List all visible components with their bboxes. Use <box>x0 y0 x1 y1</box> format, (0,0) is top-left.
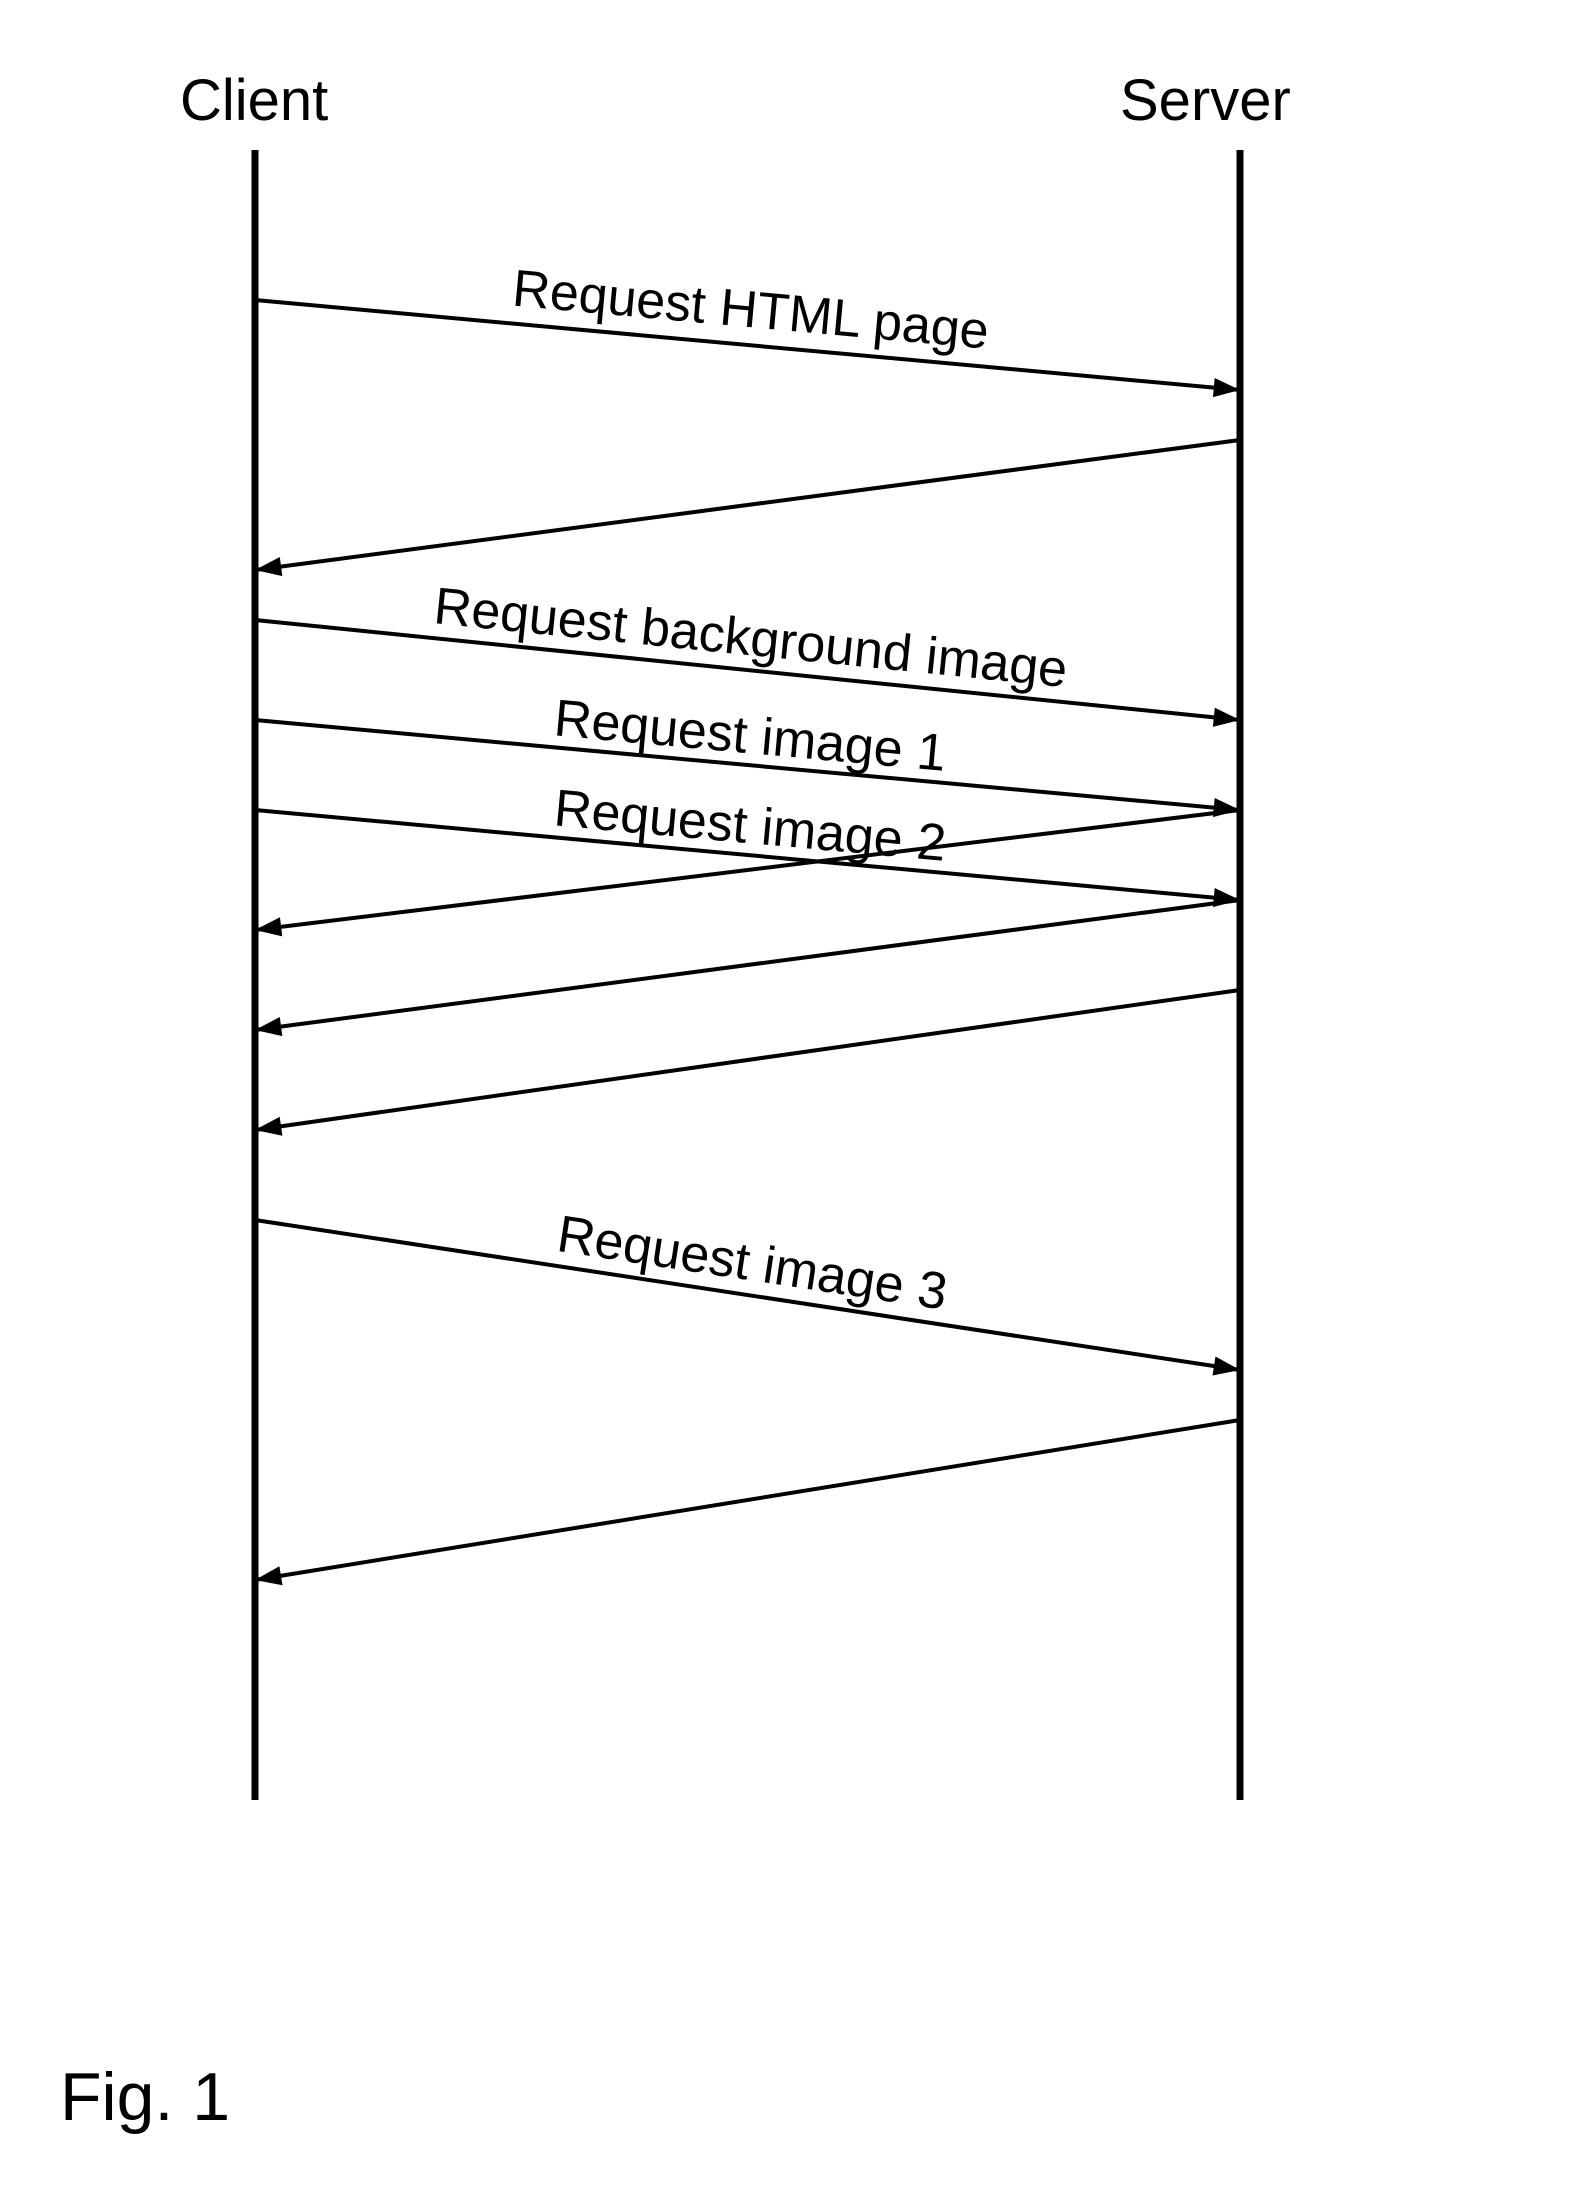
participant-server-label: Server <box>1120 68 1291 133</box>
arrow-head-icon <box>1213 708 1240 727</box>
message-arrows: Request HTML pageRequest background imag… <box>255 260 1240 1586</box>
message-label: Request background image <box>431 577 1070 699</box>
arrow-head-icon <box>255 1117 282 1136</box>
message-label: Request image 1 <box>552 689 949 783</box>
arrow-head-icon <box>255 1566 283 1585</box>
arrow-head-icon <box>255 917 282 936</box>
figure-caption: Fig. 1 <box>60 2059 230 2135</box>
message-arrow <box>255 1420 1240 1580</box>
arrow-head-icon <box>1213 378 1240 397</box>
arrow-head-icon <box>1213 1357 1240 1376</box>
message-arrow <box>255 440 1240 570</box>
arrow-head-icon <box>255 1017 282 1036</box>
participant-client-label: Client <box>180 68 328 133</box>
message-label: Request image 3 <box>554 1205 951 1322</box>
arrow-head-icon <box>255 557 282 576</box>
message-label: Request image 2 <box>552 779 949 873</box>
